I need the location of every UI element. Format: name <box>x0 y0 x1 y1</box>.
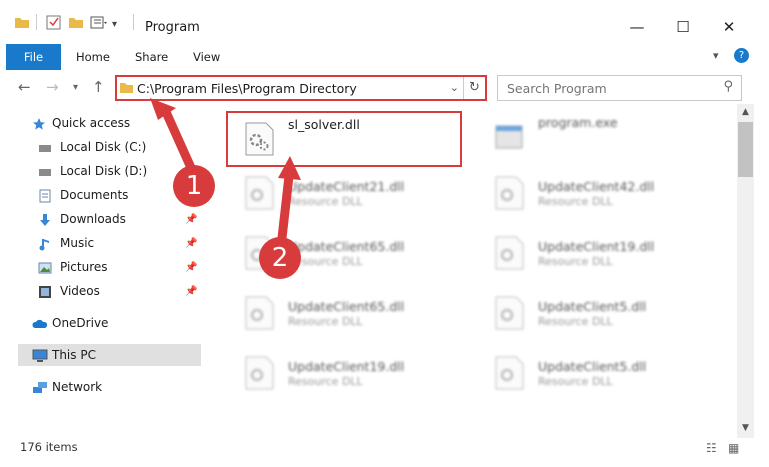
step-1-badge: 1 <box>173 165 215 207</box>
arrow-2 <box>277 156 301 243</box>
file-explorer-window: ▾ Program — ☐ ✕ File Home Share View ▾ ?… <box>0 0 769 467</box>
annotation-arrows <box>150 98 301 243</box>
arrow-1 <box>150 98 197 175</box>
step-2-badge: 2 <box>259 237 301 279</box>
